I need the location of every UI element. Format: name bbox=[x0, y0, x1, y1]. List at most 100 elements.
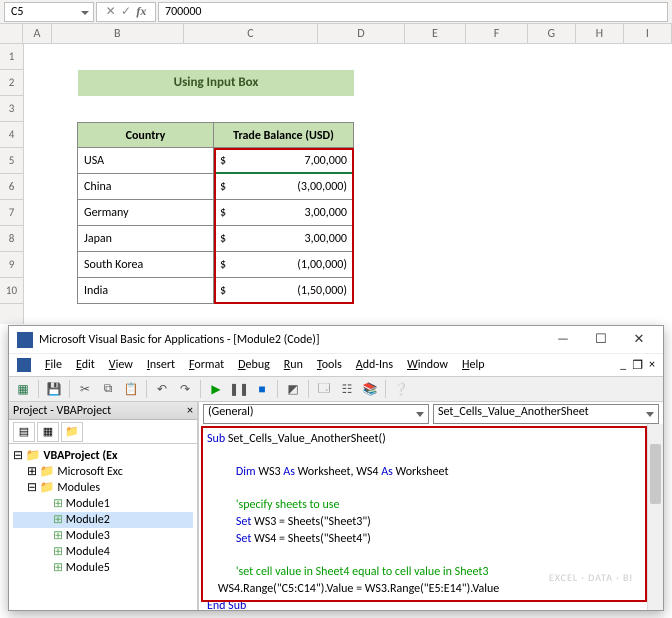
formula-buttons[interactable]: ✕ ✓ fx bbox=[96, 2, 156, 22]
menu-edit[interactable]: Edit bbox=[76, 358, 95, 372]
object-dropdown[interactable]: (General) bbox=[203, 404, 429, 424]
mdi-controls[interactable]: _ ❐ × bbox=[620, 358, 655, 373]
cell-country[interactable]: Japan bbox=[77, 226, 214, 252]
minimize-button[interactable]: — bbox=[547, 328, 579, 352]
vbe-window[interactable]: Microsoft Visual Basic for Applications … bbox=[8, 325, 664, 611]
save-icon[interactable]: 💾 bbox=[44, 379, 64, 399]
project-explorer[interactable]: Project - VBAProject× ▤ ▦ 📁 ⊟ 📁 VBAProje… bbox=[9, 402, 199, 610]
col-header[interactable]: E bbox=[405, 24, 467, 43]
panel-close-icon[interactable]: × bbox=[187, 402, 193, 419]
row-header[interactable]: 1 bbox=[0, 44, 23, 70]
cell-balance[interactable]: $3,00,000 bbox=[214, 200, 354, 226]
maximize-button[interactable]: ☐ bbox=[585, 328, 617, 352]
redo-icon[interactable]: ↷ bbox=[175, 379, 195, 399]
menu-file[interactable]: File bbox=[45, 358, 62, 372]
menu-help[interactable]: Help bbox=[462, 358, 485, 372]
row-header[interactable]: 6 bbox=[0, 174, 23, 200]
cells-area[interactable]: Using Input Box Country Trade Balance (U… bbox=[24, 44, 672, 324]
col-header[interactable]: B bbox=[52, 24, 184, 43]
undo-icon[interactable]: ↶ bbox=[152, 379, 172, 399]
col-header[interactable] bbox=[0, 24, 23, 43]
code-editor[interactable]: Sub Set_Cells_Value_AnotherSheet() Dim W… bbox=[199, 424, 663, 610]
mdi-min-icon[interactable]: _ bbox=[620, 358, 626, 373]
project-explorer-icon[interactable]: 🗔 bbox=[314, 379, 334, 399]
cell-country[interactable]: South Korea bbox=[77, 252, 214, 278]
cell-balance[interactable]: $(1,00,000) bbox=[214, 252, 354, 278]
project-explorer-title: Project - VBAProject× bbox=[9, 402, 197, 420]
vbe-menu-bar[interactable]: File Edit View Insert Format Debug Run Tools Add… bbox=[9, 354, 663, 376]
cell-balance[interactable]: $(3,00,000) bbox=[214, 174, 354, 200]
view-object-icon[interactable]: ▦ bbox=[37, 422, 59, 442]
view-excel-icon[interactable]: ▦ bbox=[13, 379, 33, 399]
procedure-dropdown[interactable]: Set_Cells_Value_AnotherSheet bbox=[433, 404, 659, 424]
row-header[interactable]: 3 bbox=[0, 96, 23, 122]
cell-country[interactable]: USA bbox=[77, 148, 214, 174]
col-header[interactable]: D bbox=[318, 24, 405, 43]
design-icon[interactable]: ◩ bbox=[283, 379, 303, 399]
copy-icon[interactable]: ⧉ bbox=[98, 379, 118, 399]
col-header[interactable]: A bbox=[23, 24, 52, 43]
menu-insert[interactable]: Insert bbox=[147, 358, 175, 372]
reset-icon[interactable]: ■ bbox=[252, 379, 272, 399]
close-button[interactable]: ✕ bbox=[623, 328, 655, 352]
formula-input[interactable]: 700000 bbox=[158, 2, 668, 22]
cell-balance[interactable]: $7,00,000 bbox=[214, 148, 354, 174]
tree-modules[interactable]: ⊟ 📁 Modules bbox=[13, 480, 193, 496]
row-header[interactable]: 4 bbox=[0, 122, 23, 148]
view-code-icon[interactable]: ▤ bbox=[13, 422, 35, 442]
cell-country[interactable]: India bbox=[77, 278, 214, 304]
paste-icon[interactable]: 📋 bbox=[121, 379, 141, 399]
help-icon[interactable]: ❔ bbox=[391, 379, 411, 399]
tree-module[interactable]: ⊞ Module3 bbox=[13, 528, 193, 544]
row-header[interactable]: 9 bbox=[0, 252, 23, 278]
cancel-icon[interactable]: ✕ bbox=[106, 4, 116, 19]
row-header[interactable]: 8 bbox=[0, 226, 23, 252]
menu-tools[interactable]: Tools bbox=[317, 358, 342, 372]
tree-project[interactable]: ⊟ 📁 VBAProject (Ex bbox=[13, 448, 193, 464]
col-header[interactable]: C bbox=[184, 24, 319, 43]
menu-run[interactable]: Run bbox=[284, 358, 303, 372]
menu-add-ins[interactable]: Add-Ins bbox=[356, 358, 393, 372]
fx-icon[interactable]: fx bbox=[136, 4, 146, 19]
project-explorer-toolbar[interactable]: ▤ ▦ 📁 bbox=[9, 420, 197, 444]
worksheet-grid[interactable]: ABCDEFGHI 12345678910 Using Input Box Co… bbox=[0, 24, 672, 324]
menu-debug[interactable]: Debug bbox=[238, 358, 270, 372]
vbe-toolbar[interactable]: ▦ 💾 ✂ ⧉ 📋 ↶ ↷ ▶ ❚❚ ■ ◩ 🗔 ☷ 📚 ❔ bbox=[9, 376, 663, 402]
tree-module[interactable]: ⊞ Module1 bbox=[13, 496, 193, 512]
run-icon[interactable]: ▶ bbox=[206, 379, 226, 399]
col-header[interactable]: F bbox=[466, 24, 528, 43]
object-browser-icon[interactable]: 📚 bbox=[360, 379, 380, 399]
enter-icon[interactable]: ✓ bbox=[121, 4, 131, 19]
row-header[interactable]: 10 bbox=[0, 278, 23, 304]
menu-format[interactable]: Format bbox=[189, 358, 224, 372]
mdi-restore-icon[interactable]: ❐ bbox=[632, 358, 643, 373]
col-header[interactable]: G bbox=[528, 24, 576, 43]
name-box[interactable]: C5 bbox=[4, 2, 94, 22]
code-pane[interactable]: (General) Set_Cells_Value_AnotherSheet S… bbox=[199, 402, 663, 610]
code-scrollbar[interactable] bbox=[647, 424, 663, 610]
row-header[interactable]: 5 bbox=[0, 148, 23, 174]
menu-view[interactable]: View bbox=[109, 358, 133, 372]
row-header[interactable]: 2 bbox=[0, 70, 23, 96]
cell-country[interactable]: China bbox=[77, 174, 214, 200]
tree-ms-excel[interactable]: ⊞ 📁 Microsoft Exc bbox=[13, 464, 193, 480]
toggle-folders-icon[interactable]: 📁 bbox=[61, 422, 83, 442]
project-tree[interactable]: ⊟ 📁 VBAProject (Ex ⊞ 📁 Microsoft Exc ⊟ 📁… bbox=[9, 444, 197, 610]
cell-balance[interactable]: $3,00,000 bbox=[214, 226, 354, 252]
tree-module[interactable]: ⊞ Module5 bbox=[13, 560, 193, 576]
cut-icon[interactable]: ✂ bbox=[75, 379, 95, 399]
scrollbar-thumb[interactable] bbox=[650, 444, 661, 504]
mdi-close-icon[interactable]: × bbox=[649, 358, 655, 373]
col-header[interactable]: H bbox=[576, 24, 624, 43]
formula-value: 700000 bbox=[165, 5, 202, 19]
properties-icon[interactable]: ☷ bbox=[337, 379, 357, 399]
break-icon[interactable]: ❚❚ bbox=[229, 379, 249, 399]
vbe-titlebar[interactable]: Microsoft Visual Basic for Applications … bbox=[9, 326, 663, 354]
tree-module[interactable]: ⊞ Module2 bbox=[13, 512, 193, 528]
cell-balance[interactable]: $(1,50,000) bbox=[214, 278, 354, 304]
menu-window[interactable]: Window bbox=[407, 358, 448, 372]
cell-country[interactable]: Germany bbox=[77, 200, 214, 226]
tree-module[interactable]: ⊞ Module4 bbox=[13, 544, 193, 560]
col-header[interactable]: I bbox=[624, 24, 672, 43]
row-header[interactable]: 7 bbox=[0, 200, 23, 226]
